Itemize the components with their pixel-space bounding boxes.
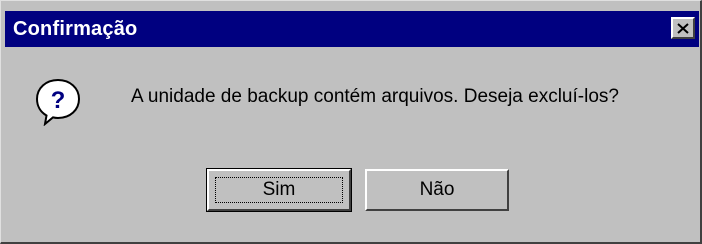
title-bar[interactable]: Confirmação — [5, 11, 699, 47]
svg-text:?: ? — [51, 87, 66, 114]
yes-button[interactable]: Sim — [206, 168, 352, 212]
question-icon: ? — [35, 78, 81, 126]
window-title: Confirmação — [13, 18, 138, 40]
dialog-message: A unidade de backup contém arquivos. Des… — [131, 86, 619, 107]
close-button[interactable] — [671, 17, 695, 39]
confirmation-dialog: Confirmação ? A unidade de backup contém… — [0, 0, 702, 244]
no-button-label: Não — [419, 179, 455, 200]
close-icon — [677, 22, 689, 34]
yes-button-label: Sim — [262, 179, 296, 200]
no-button[interactable]: Não — [365, 169, 509, 211]
